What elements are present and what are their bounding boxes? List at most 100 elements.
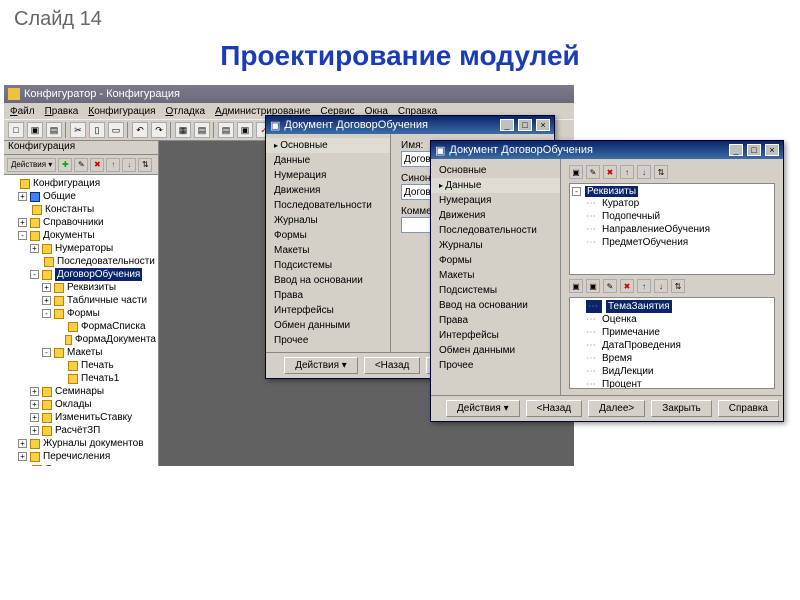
back-button[interactable]: <Назад bbox=[364, 357, 421, 374]
tree-item[interactable]: +Журналы документов bbox=[6, 437, 156, 450]
toolbar-button[interactable]: ▤ bbox=[218, 122, 234, 138]
tree-item[interactable]: Константы bbox=[6, 203, 156, 216]
tree-item[interactable]: +Нумераторы bbox=[6, 242, 156, 255]
maximize-button[interactable]: □ bbox=[518, 119, 532, 131]
menu-item[interactable]: Отладка bbox=[166, 106, 206, 117]
add-icon[interactable]: ▣ bbox=[569, 165, 583, 179]
menu-item[interactable]: Конфигурация bbox=[88, 106, 155, 117]
dialog-nav[interactable]: ОсновныеДанныеНумерацияДвиженияПоследова… bbox=[431, 159, 561, 395]
dialog-titlebar[interactable]: ▣ Документ ДоговорОбучения _ □ × bbox=[431, 141, 783, 159]
add-group-icon[interactable]: ▣ bbox=[586, 279, 600, 293]
nav-item[interactable]: Интерфейсы bbox=[431, 328, 560, 343]
nav-item[interactable]: Прочее bbox=[431, 358, 560, 373]
requisites-list[interactable]: -РеквизитыКураторПодопечныйНаправлениеОб… bbox=[569, 183, 775, 275]
tree-item[interactable]: Последовательности bbox=[6, 255, 156, 268]
add-icon[interactable]: ▣ bbox=[569, 279, 583, 293]
tree-item[interactable]: +ИзменитьСтавку bbox=[6, 411, 156, 424]
list-item[interactable]: ВидЛекции bbox=[572, 365, 772, 378]
tree-item[interactable]: +Общие bbox=[6, 190, 156, 203]
tree-item[interactable]: +Табличные части bbox=[6, 294, 156, 307]
sidebar-toolbar[interactable]: Действия ▾ ✚ ✎ ✖ ↑ ↓ ⇅ bbox=[4, 155, 158, 175]
nav-item[interactable]: Обмен данными bbox=[431, 343, 560, 358]
nav-item[interactable]: Данные bbox=[431, 178, 560, 193]
requisites-toolbar[interactable]: ▣ ✎ ✖ ↑ ↓ ⇅ bbox=[567, 163, 777, 181]
toolbar-button[interactable]: ▤ bbox=[194, 122, 210, 138]
nav-item[interactable]: Последовательности bbox=[266, 198, 390, 213]
tree-item[interactable]: Конфигурация bbox=[6, 177, 156, 190]
maximize-button[interactable]: □ bbox=[747, 144, 761, 156]
tree-item[interactable]: Отчеты bbox=[6, 463, 156, 466]
down-icon[interactable]: ↓ bbox=[637, 165, 651, 179]
up-icon[interactable]: ↑ bbox=[106, 158, 120, 172]
list-item[interactable]: Время bbox=[572, 352, 772, 365]
minimize-button[interactable]: _ bbox=[729, 144, 743, 156]
delete-icon[interactable]: ✖ bbox=[620, 279, 634, 293]
help-button[interactable]: Справка bbox=[718, 400, 779, 417]
nav-item[interactable]: Движения bbox=[266, 183, 390, 198]
close-button[interactable]: Закрыть bbox=[651, 400, 712, 417]
down-icon[interactable]: ↓ bbox=[122, 158, 136, 172]
nav-item[interactable]: Журналы bbox=[431, 238, 560, 253]
nav-item[interactable]: Права bbox=[431, 313, 560, 328]
sort-icon[interactable]: ⇅ bbox=[671, 279, 685, 293]
nav-item[interactable]: Формы bbox=[266, 228, 390, 243]
menu-item[interactable]: Правка bbox=[45, 106, 79, 117]
up-icon[interactable]: ↑ bbox=[620, 165, 634, 179]
actions-button[interactable]: Действия ▾ bbox=[446, 400, 520, 417]
list-item[interactable]: Примечание bbox=[572, 326, 772, 339]
list-item[interactable]: Процент bbox=[572, 378, 772, 389]
tree-item[interactable]: -Документы bbox=[6, 229, 156, 242]
close-button[interactable]: × bbox=[536, 119, 550, 131]
toolbar-button[interactable]: ▣ bbox=[237, 122, 253, 138]
down-icon[interactable]: ↓ bbox=[654, 279, 668, 293]
tree-item[interactable]: -Макеты bbox=[6, 346, 156, 359]
sort-icon[interactable]: ⇅ bbox=[138, 158, 152, 172]
toolbar-button[interactable]: ▦ bbox=[175, 122, 191, 138]
tree-item[interactable]: +РасчётЗП bbox=[6, 424, 156, 437]
toolbar-button[interactable]: ↷ bbox=[151, 122, 167, 138]
delete-icon[interactable]: ✖ bbox=[90, 158, 104, 172]
next-button[interactable]: Далее> bbox=[588, 400, 645, 417]
back-button[interactable]: <Назад bbox=[526, 400, 583, 417]
toolbar-button[interactable]: ↶ bbox=[132, 122, 148, 138]
list-item[interactable]: ПредметОбучения bbox=[572, 236, 772, 249]
toolbar-button[interactable]: ✂ bbox=[70, 122, 86, 138]
tree-item[interactable]: +Оклады bbox=[6, 398, 156, 411]
tree-item[interactable]: +Реквизиты bbox=[6, 281, 156, 294]
nav-item[interactable]: Основные bbox=[266, 138, 390, 153]
toolbar-button[interactable]: ▯ bbox=[89, 122, 105, 138]
tabparts-list[interactable]: ТемаЗанятияОценкаПримечаниеДатаПроведени… bbox=[569, 297, 775, 389]
up-icon[interactable]: ↑ bbox=[637, 279, 651, 293]
list-item[interactable]: Куратор bbox=[572, 197, 772, 210]
nav-item[interactable]: Последовательности bbox=[431, 223, 560, 238]
actions-button[interactable]: Действия ▾ bbox=[284, 357, 358, 374]
nav-item[interactable]: Права bbox=[266, 288, 390, 303]
edit-icon[interactable]: ✎ bbox=[603, 279, 617, 293]
tree-item[interactable]: +Семинары bbox=[6, 385, 156, 398]
toolbar-button[interactable]: ▭ bbox=[108, 122, 124, 138]
menu-item[interactable]: Файл bbox=[10, 106, 35, 117]
nav-item[interactable]: Журналы bbox=[266, 213, 390, 228]
edit-icon[interactable]: ✎ bbox=[586, 165, 600, 179]
nav-item[interactable]: Нумерация bbox=[431, 193, 560, 208]
nav-item[interactable]: Подсистемы bbox=[266, 258, 390, 273]
toolbar-button[interactable]: ▣ bbox=[27, 122, 43, 138]
nav-item[interactable]: Интерфейсы bbox=[266, 303, 390, 318]
nav-item[interactable]: Данные bbox=[266, 153, 390, 168]
nav-item[interactable]: Ввод на основании bbox=[266, 273, 390, 288]
toolbar-button[interactable]: □ bbox=[8, 122, 24, 138]
add-icon[interactable]: ✚ bbox=[58, 158, 72, 172]
dialog-titlebar[interactable]: ▣ Документ ДоговорОбучения _ □ × bbox=[266, 116, 554, 134]
tree-item[interactable]: -ДоговорОбучения bbox=[6, 268, 156, 281]
nav-item[interactable]: Формы bbox=[431, 253, 560, 268]
nav-item[interactable]: Основные bbox=[431, 163, 560, 178]
tree-item[interactable]: +Справочники bbox=[6, 216, 156, 229]
config-tree[interactable]: Конфигурация+ОбщиеКонстанты+Справочники-… bbox=[4, 175, 158, 466]
sort-icon[interactable]: ⇅ bbox=[654, 165, 668, 179]
edit-icon[interactable]: ✎ bbox=[74, 158, 88, 172]
list-item[interactable]: Подопечный bbox=[572, 210, 772, 223]
nav-item[interactable]: Макеты bbox=[266, 243, 390, 258]
minimize-button[interactable]: _ bbox=[500, 119, 514, 131]
nav-item[interactable]: Прочее bbox=[266, 333, 390, 348]
nav-item[interactable]: Подсистемы bbox=[431, 283, 560, 298]
